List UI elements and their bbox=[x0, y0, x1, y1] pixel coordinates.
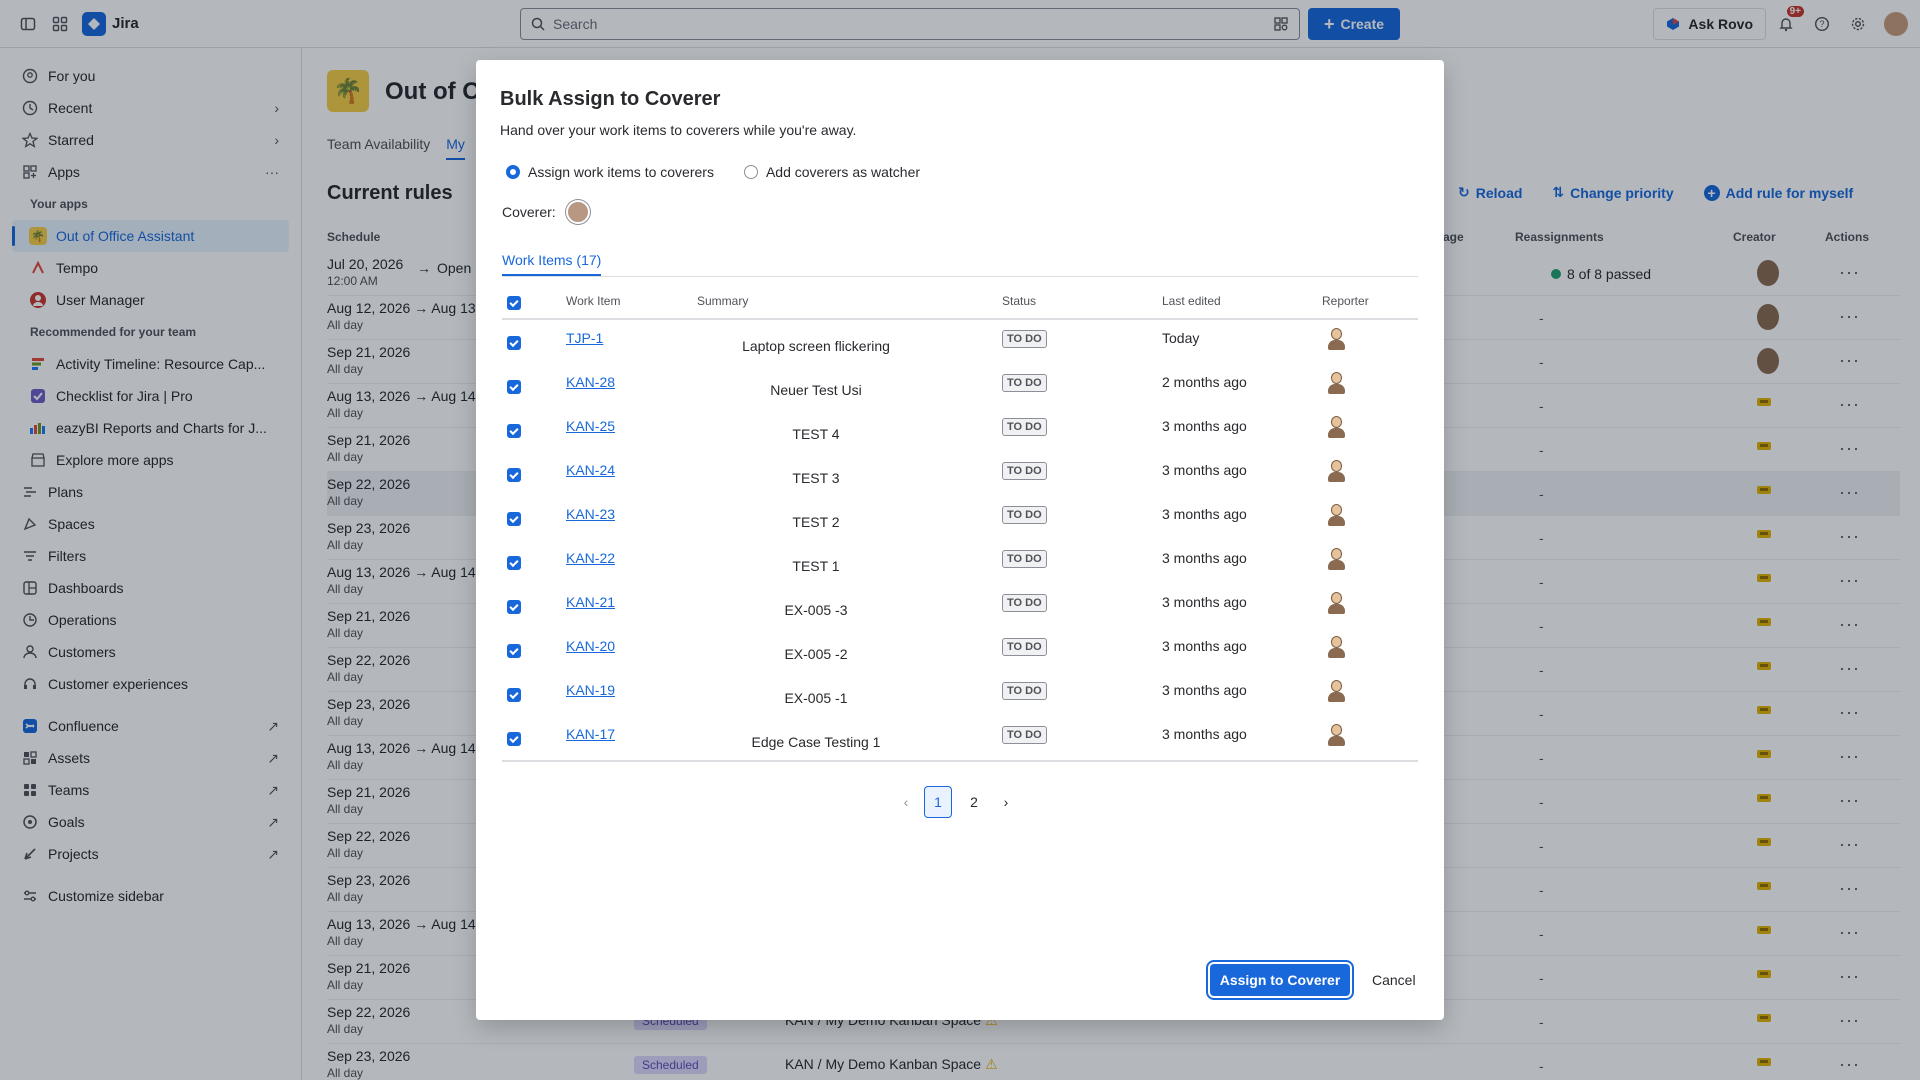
cancel-button[interactable]: Cancel bbox=[1362, 964, 1426, 996]
row-checkbox[interactable] bbox=[507, 732, 521, 746]
work-item-summary: Laptop screen flickering bbox=[742, 338, 890, 354]
reporter-avatar bbox=[1326, 678, 1346, 704]
work-item-row[interactable]: KAN-23 TEST 2 TO DO 3 months ago bbox=[502, 496, 1418, 540]
reporter-avatar bbox=[1326, 502, 1346, 528]
work-item-summary: TEST 3 bbox=[792, 470, 840, 486]
last-edited: 3 months ago bbox=[1162, 638, 1247, 654]
last-edited: 3 months ago bbox=[1162, 726, 1247, 742]
reporter-avatar bbox=[1326, 414, 1346, 440]
work-item-summary: EX-005 -3 bbox=[784, 602, 848, 618]
row-checkbox[interactable] bbox=[507, 336, 521, 350]
work-item-key-link[interactable]: KAN-17 bbox=[566, 726, 615, 742]
work-item-key-link[interactable]: KAN-22 bbox=[566, 550, 615, 566]
row-checkbox[interactable] bbox=[507, 600, 521, 614]
work-item-key-link[interactable]: TJP-1 bbox=[566, 330, 603, 346]
work-item-key-link[interactable]: KAN-19 bbox=[566, 682, 615, 698]
last-edited: 3 months ago bbox=[1162, 550, 1247, 566]
pagination: ‹ 1 2 › bbox=[896, 786, 1016, 818]
last-edited: 3 months ago bbox=[1162, 506, 1247, 522]
last-edited: Today bbox=[1162, 330, 1200, 346]
chevron-right-icon[interactable]: › bbox=[996, 794, 1016, 810]
row-checkbox[interactable] bbox=[507, 424, 521, 438]
work-item-summary: TEST 2 bbox=[792, 514, 840, 530]
status-badge: TO DO bbox=[1002, 418, 1047, 436]
status-badge: TO DO bbox=[1002, 726, 1047, 744]
work-item-key-link[interactable]: KAN-20 bbox=[566, 638, 615, 654]
assign-to-coverer-button[interactable]: Assign to Coverer bbox=[1210, 964, 1350, 996]
reporter-avatar bbox=[1326, 458, 1346, 484]
column-header-last-edited: Last edited bbox=[1162, 294, 1221, 308]
page-1-button[interactable]: 1 bbox=[924, 786, 952, 818]
last-edited: 3 months ago bbox=[1162, 682, 1247, 698]
work-item-summary: Edge Case Testing 1 bbox=[751, 734, 881, 750]
radio-label: Assign work items to coverers bbox=[528, 164, 714, 180]
radio-unselected-icon bbox=[743, 165, 758, 179]
page-2-button[interactable]: 2 bbox=[960, 786, 988, 818]
coverer-field: Coverer: bbox=[502, 200, 590, 224]
work-item-row[interactable]: KAN-17 Edge Case Testing 1 TO DO 3 months a… bbox=[502, 716, 1418, 760]
reporter-avatar bbox=[1326, 590, 1346, 616]
work-item-summary: TEST 1 bbox=[792, 558, 840, 574]
work-item-row[interactable]: KAN-19 EX-005 -1 TO DO 3 months ago bbox=[502, 672, 1418, 716]
work-item-key-link[interactable]: KAN-28 bbox=[566, 374, 615, 390]
work-item-row[interactable]: TJP-1 Laptop screen flickering TO DO Today bbox=[502, 320, 1418, 364]
row-checkbox[interactable] bbox=[507, 380, 521, 394]
work-item-row[interactable]: KAN-25 TEST 4 TO DO 3 months ago bbox=[502, 408, 1418, 452]
work-item-key-link[interactable]: KAN-25 bbox=[566, 418, 615, 434]
radio-selected-icon bbox=[506, 165, 520, 179]
bulk-assign-dialog: Bulk Assign to Coverer Hand over your wo… bbox=[476, 60, 1444, 1020]
dialog-subtitle: Hand over your work items to coverers wh… bbox=[500, 122, 857, 138]
work-item-row[interactable]: KAN-28 Neuer Test Usi TO DO 2 months ago bbox=[502, 364, 1418, 408]
work-item-summary: EX-005 -2 bbox=[784, 646, 848, 662]
status-badge: TO DO bbox=[1002, 506, 1047, 524]
chevron-left-icon[interactable]: ‹ bbox=[896, 794, 916, 810]
last-edited: 2 months ago bbox=[1162, 374, 1247, 390]
column-header-summary: Summary bbox=[697, 294, 749, 308]
column-header-work-item: Work Item bbox=[566, 294, 621, 308]
reporter-avatar bbox=[1326, 634, 1346, 660]
last-edited: 3 months ago bbox=[1162, 418, 1247, 434]
radio-add-as-watcher[interactable]: Add coverers as watcher bbox=[743, 164, 921, 180]
tab-work-items[interactable]: Work Items (17) bbox=[502, 252, 602, 276]
row-checkbox[interactable] bbox=[507, 468, 521, 482]
status-badge: TO DO bbox=[1002, 682, 1047, 700]
assignment-mode-radio-group: Assign work items to coverers Add covere… bbox=[506, 164, 920, 180]
status-badge: TO DO bbox=[1002, 462, 1047, 480]
work-item-row[interactable]: KAN-21 EX-005 -3 TO DO 3 months ago bbox=[502, 584, 1418, 628]
row-checkbox[interactable] bbox=[507, 688, 521, 702]
status-badge: TO DO bbox=[1002, 638, 1047, 656]
work-item-summary: TEST 4 bbox=[792, 426, 840, 442]
work-item-key-link[interactable]: KAN-24 bbox=[566, 462, 615, 478]
radio-assign-to-coverers[interactable]: Assign work items to coverers bbox=[506, 164, 714, 180]
status-badge: TO DO bbox=[1002, 330, 1047, 348]
work-item-key-link[interactable]: KAN-21 bbox=[566, 594, 615, 610]
work-item-row[interactable]: KAN-22 TEST 1 TO DO 3 months ago bbox=[502, 540, 1418, 584]
row-checkbox[interactable] bbox=[507, 644, 521, 658]
status-badge: TO DO bbox=[1002, 374, 1047, 392]
reporter-avatar bbox=[1326, 722, 1346, 748]
work-item-row[interactable]: KAN-20 EX-005 -2 TO DO 3 months ago bbox=[502, 628, 1418, 672]
table-bottom-divider bbox=[502, 760, 1418, 762]
dialog-title: Bulk Assign to Coverer bbox=[500, 88, 721, 110]
column-header-reporter: Reporter bbox=[1322, 294, 1369, 308]
column-header-status: Status bbox=[1002, 294, 1037, 308]
coverer-avatar[interactable] bbox=[565, 200, 590, 224]
select-all-checkbox[interactable] bbox=[507, 296, 521, 310]
work-item-row[interactable]: KAN-24 TEST 3 TO DO 3 months ago bbox=[502, 452, 1418, 496]
reporter-avatar bbox=[1326, 370, 1346, 396]
coverer-label: Coverer: bbox=[502, 204, 556, 220]
row-checkbox[interactable] bbox=[507, 556, 521, 570]
work-item-summary: EX-005 -1 bbox=[784, 690, 848, 706]
status-badge: TO DO bbox=[1002, 550, 1047, 568]
work-item-key-link[interactable]: KAN-23 bbox=[566, 506, 615, 522]
reporter-avatar bbox=[1326, 326, 1346, 352]
row-checkbox[interactable] bbox=[507, 512, 521, 526]
reporter-avatar bbox=[1326, 546, 1346, 572]
status-badge: TO DO bbox=[1002, 594, 1047, 612]
last-edited: 3 months ago bbox=[1162, 594, 1247, 610]
last-edited: 3 months ago bbox=[1162, 462, 1247, 478]
radio-label: Add coverers as watcher bbox=[765, 164, 921, 180]
work-item-summary: Neuer Test Usi bbox=[770, 382, 862, 398]
tab-divider bbox=[502, 276, 1418, 277]
